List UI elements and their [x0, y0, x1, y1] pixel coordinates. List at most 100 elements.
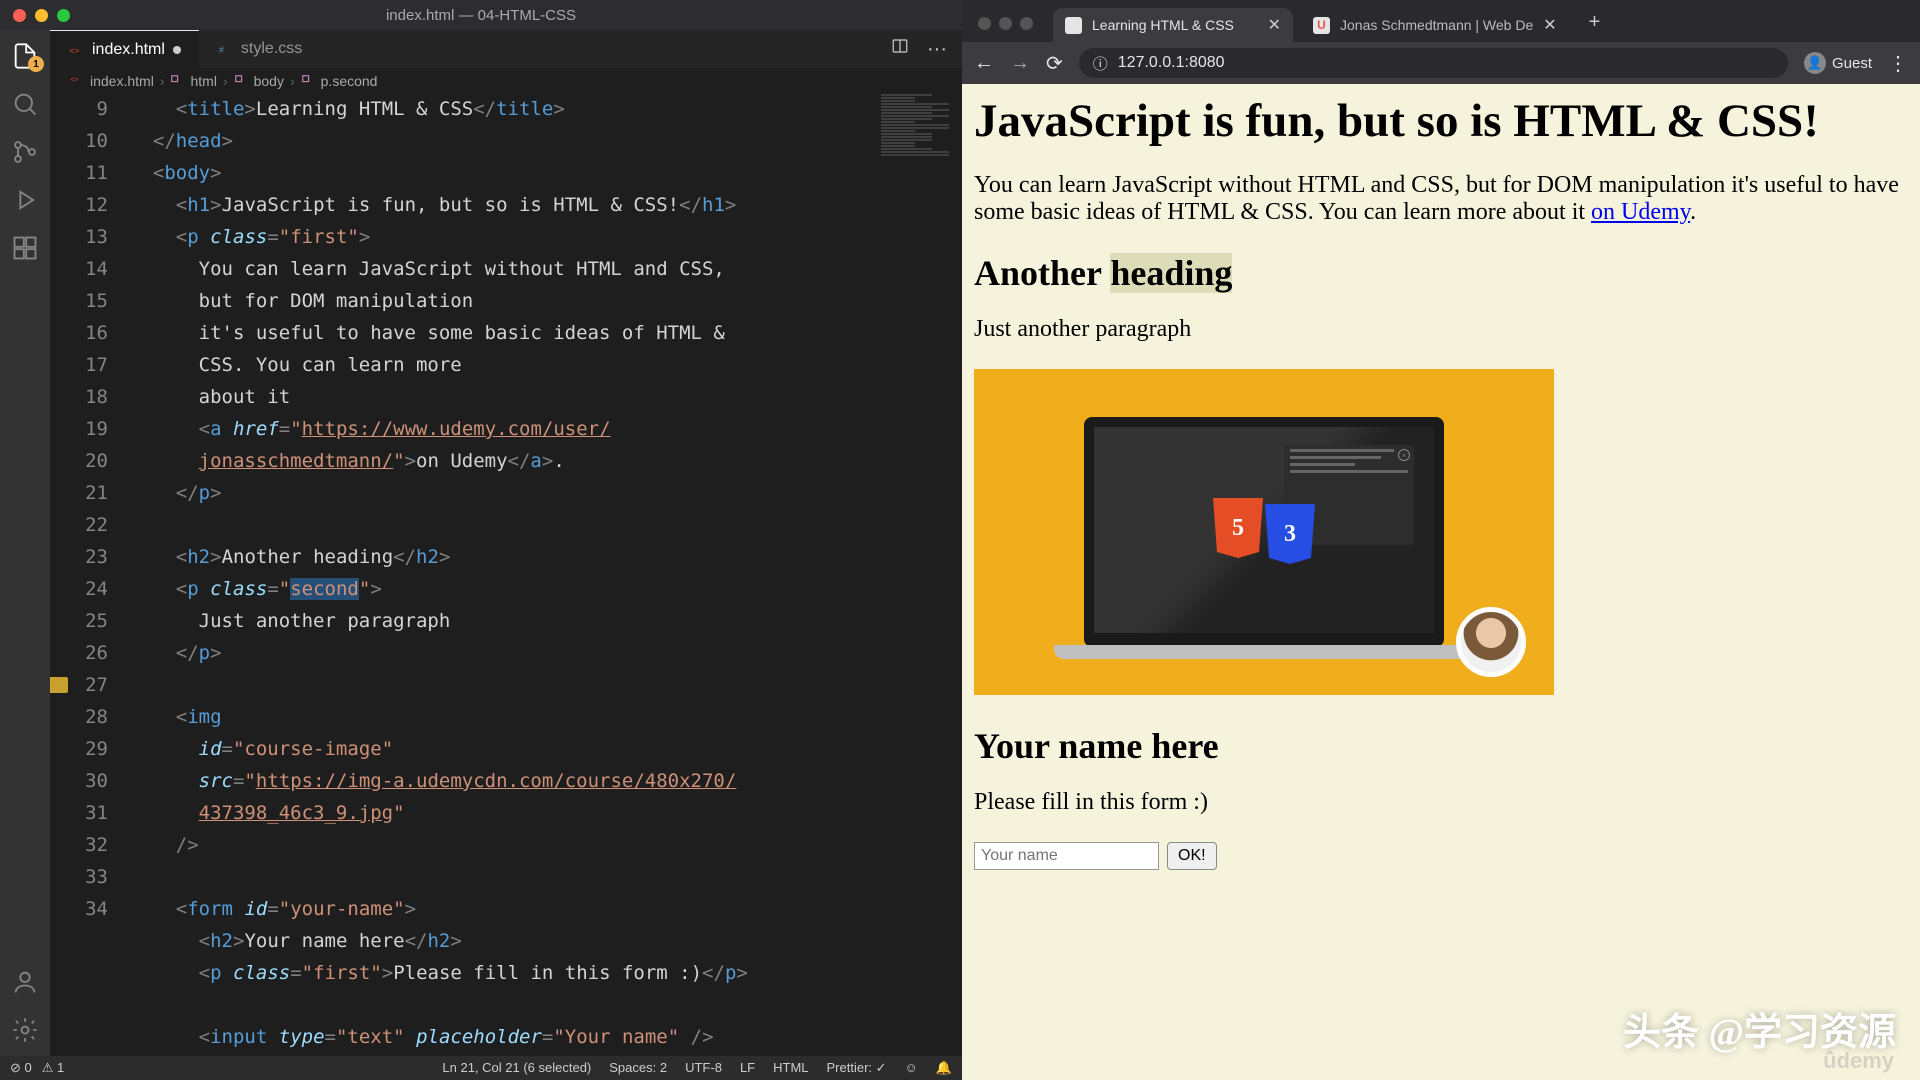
page-content: JavaScript is fun, but so is HTML & CSS!…	[962, 84, 1920, 1080]
debug-icon[interactable]	[11, 186, 39, 214]
browser-window: 🗋 Learning HTML & CSS ✕ U Jonas Schmedtm…	[962, 0, 1920, 1080]
more-actions-icon[interactable]: ···	[927, 38, 947, 61]
avatar-icon: 👤	[1804, 52, 1826, 74]
css3-shield-icon: 3	[1265, 504, 1315, 564]
page-heading-1: JavaScript is fun, but so is HTML & CSS!	[974, 94, 1908, 148]
page-paragraph-1: You can learn JavaScript without HTML an…	[974, 172, 1908, 226]
chevron-right-icon: ›	[160, 73, 165, 89]
profile-label: Guest	[1832, 55, 1872, 72]
prettier-status[interactable]: Prettier: ✓	[827, 1060, 887, 1076]
errors-indicator[interactable]: ⊘ 0	[10, 1060, 32, 1076]
breadcrumb-item[interactable]: p.second	[321, 73, 378, 89]
window-minimize-button[interactable]	[35, 9, 48, 22]
breadcrumb-item[interactable]: html	[190, 73, 216, 89]
html-file-icon: <>	[70, 74, 84, 88]
notifications-icon[interactable]: 🔔	[936, 1060, 952, 1076]
css-file-icon: #	[217, 41, 233, 57]
activity-bar	[0, 30, 50, 1056]
page-paragraph-2: Just another paragraph	[974, 316, 1908, 343]
profile-button[interactable]: 👤 Guest	[1804, 52, 1872, 74]
new-tab-button[interactable]: +	[1577, 11, 1613, 42]
extensions-icon[interactable]	[11, 234, 39, 262]
cursor-position[interactable]: Ln 21, Col 21 (6 selected)	[442, 1060, 591, 1076]
split-editor-icon[interactable]	[891, 37, 909, 61]
back-button-icon[interactable]: ←	[974, 52, 994, 75]
page-heading-2-another: Another heading	[974, 252, 1908, 294]
feedback-icon[interactable]: ☺	[905, 1060, 918, 1076]
browser-toolbar: ← → ⟳ ⓘ 127.0.0.1:8080 👤 Guest ⋮	[962, 42, 1920, 84]
window-close-button[interactable]	[13, 9, 26, 22]
svg-text:#: #	[219, 44, 224, 54]
code-content[interactable]: <title>Learning HTML & CSS</title> </hea…	[130, 93, 962, 1056]
breadcrumb-item[interactable]: body	[254, 73, 284, 89]
svg-text:<>: <>	[69, 45, 79, 55]
editor-area: <> index.html # style.css ··· <> index.h…	[50, 30, 962, 1056]
html-file-icon: <>	[68, 42, 84, 58]
udemy-watermark: ûdemy	[1823, 1048, 1894, 1074]
warnings-indicator[interactable]: ⚠ 1	[42, 1060, 65, 1076]
traffic-lights	[0, 9, 70, 22]
encoding[interactable]: UTF-8	[685, 1060, 722, 1076]
close-tab-icon[interactable]: ✕	[1543, 15, 1556, 35]
tab-label: index.html	[92, 41, 165, 59]
browser-menu-icon[interactable]: ⋮	[1888, 51, 1908, 76]
indentation[interactable]: Spaces: 2	[609, 1060, 667, 1076]
close-tab-icon[interactable]: ✕	[1268, 15, 1281, 35]
laptop-graphic: × 5 3	[1084, 417, 1444, 647]
breadcrumb-item[interactable]: index.html	[90, 73, 154, 89]
html-css-shields: 5 3	[1235, 498, 1293, 562]
window-maximize-button[interactable]	[57, 9, 70, 22]
code-editor[interactable]: 9101112131415161718192021222324252627282…	[50, 93, 962, 1056]
search-icon[interactable]	[11, 90, 39, 118]
editor-tab-style-css[interactable]: # style.css	[199, 30, 320, 68]
highlighted-text: heading	[1110, 253, 1232, 293]
window-close-button[interactable]	[978, 17, 991, 30]
editor-tab-index-html[interactable]: <> index.html	[50, 30, 199, 68]
favicon-udemy-icon: U	[1313, 17, 1330, 34]
vscode-window: index.html — 04-HTML-CSS	[0, 0, 962, 1080]
symbol-icon	[234, 74, 248, 88]
browser-tab-active[interactable]: 🗋 Learning HTML & CSS ✕	[1053, 8, 1293, 42]
browser-tab-label: Learning HTML & CSS	[1092, 17, 1234, 33]
name-input[interactable]	[974, 842, 1159, 870]
url-bar[interactable]: ⓘ 127.0.0.1:8080	[1079, 48, 1788, 78]
reload-button-icon[interactable]: ⟳	[1046, 51, 1063, 76]
browser-traffic-lights	[972, 17, 1045, 42]
svg-text:<>: <>	[71, 76, 79, 83]
page-heading-2-form: Your name here	[974, 725, 1908, 767]
eol[interactable]: LF	[740, 1060, 755, 1076]
browser-tabbar: 🗋 Learning HTML & CSS ✕ U Jonas Schmedtm…	[962, 0, 1920, 42]
language-mode[interactable]: HTML	[773, 1060, 808, 1076]
forward-button-icon[interactable]: →	[1010, 52, 1030, 75]
browser-tab-label: Jonas Schmedtmann | Web De	[1340, 17, 1533, 33]
symbol-icon	[170, 74, 184, 88]
account-icon[interactable]	[11, 968, 39, 996]
page-paragraph-3: Please fill in this form :)	[974, 789, 1908, 816]
minimap[interactable]	[877, 93, 962, 1056]
browser-tab-inactive[interactable]: U Jonas Schmedtmann | Web De ✕	[1301, 8, 1569, 42]
window-maximize-button[interactable]	[1020, 17, 1033, 30]
favicon-page-icon: 🗋	[1065, 17, 1082, 34]
explorer-icon[interactable]	[11, 42, 39, 70]
vscode-body: <> index.html # style.css ··· <> index.h…	[0, 30, 962, 1056]
ok-button[interactable]: OK!	[1167, 842, 1217, 870]
instructor-avatar	[1456, 607, 1526, 677]
settings-gear-icon[interactable]	[11, 1016, 39, 1044]
chevron-right-icon: ›	[290, 73, 295, 89]
vscode-titlebar: index.html — 04-HTML-CSS	[0, 0, 962, 30]
line-number-gutter: 9101112131415161718192021222324252627282…	[50, 93, 130, 1056]
symbol-icon	[301, 74, 315, 88]
dirty-indicator-icon	[173, 46, 181, 54]
breadcrumbs[interactable]: <> index.html › html › body › p.second	[50, 68, 962, 93]
course-image: × 5 3	[974, 369, 1554, 695]
udemy-link[interactable]: on Udemy	[1591, 199, 1690, 225]
tab-label: style.css	[241, 40, 302, 58]
status-bar: ⊘ 0 ⚠ 1 Ln 21, Col 21 (6 selected) Space…	[0, 1056, 962, 1080]
name-form: OK!	[974, 842, 1908, 870]
url-text: 127.0.0.1:8080	[1118, 54, 1225, 72]
source-control-icon[interactable]	[11, 138, 39, 166]
chevron-right-icon: ›	[223, 73, 228, 89]
window-minimize-button[interactable]	[999, 17, 1012, 30]
html5-shield-icon: 5	[1213, 498, 1263, 558]
site-info-icon[interactable]: ⓘ	[1093, 53, 1108, 74]
